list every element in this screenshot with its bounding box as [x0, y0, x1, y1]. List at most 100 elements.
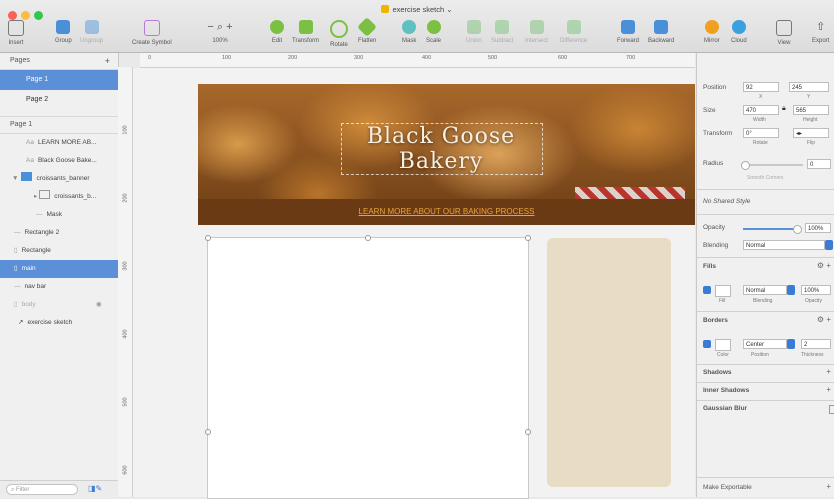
- position-x-field[interactable]: 92: [743, 82, 779, 92]
- edit-icon: [270, 20, 284, 34]
- create-symbol-button[interactable]: Create Symbol: [132, 20, 172, 46]
- export-icon: ⇧: [816, 21, 826, 33]
- intersect-button[interactable]: Intersect: [525, 20, 548, 44]
- inspector-panel: Position 92 245 X Y Size 470 🔒︎ 565 Widt…: [696, 53, 834, 497]
- border-color-swatch[interactable]: [715, 339, 731, 351]
- opacity-slider[interactable]: [743, 228, 797, 230]
- sidebar-bottom-bar: ⌕ Filter ◨✎: [0, 480, 118, 498]
- add-fill-button[interactable]: ⚙ +: [817, 261, 831, 270]
- subtract-icon: [495, 20, 510, 34]
- radius-slider[interactable]: [743, 164, 803, 166]
- forward-button[interactable]: Forward: [617, 20, 639, 44]
- fill-enabled-checkbox[interactable]: [703, 286, 711, 294]
- rotate-button[interactable]: Rotate: [330, 20, 348, 48]
- resize-handle[interactable]: [525, 235, 531, 241]
- mask-button[interactable]: Mask: [402, 20, 416, 44]
- page-item-page-1[interactable]: Page 1: [0, 70, 118, 90]
- fill-blending-select[interactable]: Normal: [743, 285, 787, 295]
- resize-handle[interactable]: [205, 429, 211, 435]
- document-title: exercise sketch ⌄: [0, 5, 834, 14]
- layer-rectangle[interactable]: ▯ Rectangle: [0, 242, 118, 260]
- mirror-button[interactable]: Mirror: [704, 20, 720, 44]
- border-enabled-checkbox[interactable]: [703, 340, 711, 348]
- gaussian-blur-checkbox[interactable]: [829, 405, 834, 414]
- add-inner-shadow-button[interactable]: +: [826, 385, 831, 394]
- difference-button[interactable]: Difference: [560, 20, 587, 44]
- scale-button[interactable]: Scale: [426, 20, 441, 44]
- main-rectangle[interactable]: [205, 235, 531, 499]
- add-page-button[interactable]: +: [105, 53, 110, 69]
- flip-control[interactable]: ◂▸: [793, 128, 829, 138]
- page-item-page-2[interactable]: Page 2: [0, 90, 118, 110]
- sidebar-rectangle[interactable]: [547, 238, 671, 487]
- transform-button[interactable]: Transform: [292, 20, 319, 44]
- border-position-dropdown[interactable]: [787, 339, 795, 349]
- layer-croissants-image[interactable]: ▸ croissants_b...: [0, 188, 118, 206]
- add-shadow-button[interactable]: +: [826, 367, 831, 376]
- divider: [697, 257, 834, 258]
- layer-exercise-sketch[interactable]: ↗ exercise sketch: [0, 314, 118, 332]
- add-border-button[interactable]: ⚙ +: [817, 315, 831, 324]
- layer-filter-input[interactable]: ⌕ Filter: [6, 484, 78, 495]
- toolbar: exercise sketch ⌄ Insert Group Ungroup C…: [0, 0, 834, 53]
- subtract-button[interactable]: Subtract: [491, 20, 513, 44]
- border-position-select[interactable]: Center: [743, 339, 787, 349]
- resize-handle[interactable]: [205, 235, 211, 241]
- difference-icon: [566, 20, 581, 34]
- layer-rectangle-2[interactable]: — Rectangle 2: [0, 224, 118, 242]
- cloud-button[interactable]: Cloud: [731, 20, 747, 44]
- visibility-eye-icon[interactable]: ◉: [96, 296, 102, 314]
- layer-mask[interactable]: — Mask: [0, 206, 118, 224]
- width-field[interactable]: 470: [743, 105, 779, 115]
- export-button[interactable]: ⇧ Export: [812, 20, 829, 44]
- ungroup-button[interactable]: Ungroup: [80, 20, 103, 44]
- nav-bar[interactable]: LEARN MORE ABOUT OUR BAKING PROCESS: [198, 199, 695, 225]
- add-export-button[interactable]: +: [826, 482, 831, 491]
- fill-color-swatch[interactable]: [715, 285, 731, 297]
- height-field[interactable]: 565: [793, 105, 829, 115]
- layers-sidebar: Pages + Page 1 Page 2 Page 1 Aa LEARN MORE…: [0, 53, 119, 497]
- filter-options-icon[interactable]: ◨✎: [88, 484, 102, 493]
- layer-learn-more-text[interactable]: Aa LEARN MORE AB...: [0, 134, 118, 152]
- bakery-title-text[interactable]: Black Goose Bakery: [341, 124, 541, 174]
- rotate-field[interactable]: 0°: [743, 128, 779, 138]
- opacity-slider-knob[interactable]: [793, 225, 802, 234]
- insert-icon: [8, 20, 24, 36]
- shared-style-select[interactable]: No Shared Style: [703, 198, 750, 205]
- blending-select[interactable]: Normal: [743, 240, 825, 250]
- position-y-field[interactable]: 245: [789, 82, 829, 92]
- edit-button[interactable]: Edit: [270, 20, 284, 44]
- gaussian-blur-select[interactable]: Gaussian Blur: [703, 405, 747, 412]
- flatten-button[interactable]: Flatten: [357, 17, 378, 44]
- layer-main[interactable]: ▯ main: [0, 260, 118, 278]
- view-icon: [776, 20, 792, 36]
- fill-opacity-field[interactable]: 100%: [801, 285, 831, 295]
- lock-icon[interactable]: 🔒︎: [782, 105, 786, 113]
- cloud-icon: [731, 20, 746, 34]
- resize-handle[interactable]: [365, 235, 371, 241]
- fill-blending-dropdown[interactable]: [787, 285, 795, 295]
- group-button[interactable]: Group: [55, 20, 72, 44]
- smooth-corners-checkbox[interactable]: Smooth Corners: [747, 175, 783, 181]
- intersect-icon: [529, 20, 544, 34]
- resize-handle[interactable]: [525, 429, 531, 435]
- union-button[interactable]: Union: [466, 20, 482, 44]
- view-button[interactable]: View: [776, 20, 792, 46]
- border-thickness-field[interactable]: 2: [801, 339, 831, 349]
- layer-nav-bar[interactable]: — nav bar: [0, 278, 118, 296]
- blending-dropdown-button[interactable]: [825, 240, 833, 250]
- radius-slider-knob[interactable]: [741, 161, 750, 170]
- forward-icon: [621, 20, 635, 34]
- divider: [697, 477, 834, 478]
- rotate-icon: [330, 20, 348, 38]
- learn-more-link[interactable]: LEARN MORE ABOUT OUR BAKING PROCESS: [198, 207, 695, 216]
- radius-field[interactable]: 0: [807, 159, 831, 169]
- insert-button[interactable]: Insert: [8, 20, 24, 46]
- layer-black-goose-text[interactable]: Aa Black Goose Bake...: [0, 152, 118, 170]
- backward-button[interactable]: Backward: [648, 20, 674, 44]
- layer-croissants-banner-group[interactable]: ▼ croissants_banner: [0, 170, 118, 188]
- zoom-control[interactable]: − ⌕ +100%: [205, 20, 235, 44]
- layer-body[interactable]: ▯ body ◉: [0, 296, 118, 314]
- opacity-field[interactable]: 100%: [805, 223, 831, 233]
- group-icon: [56, 20, 71, 34]
